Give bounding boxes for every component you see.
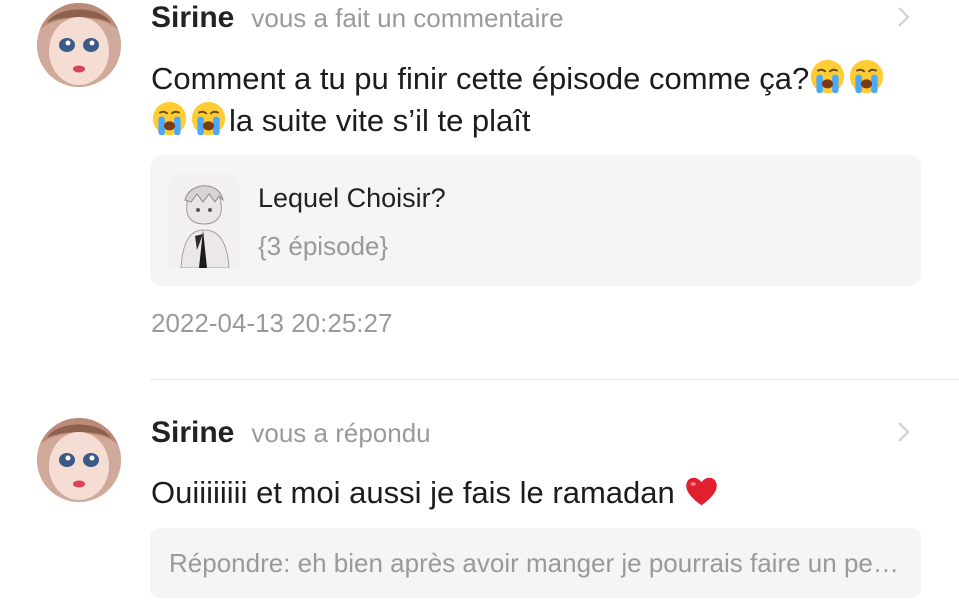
comment-text-line-1: Comment a tu pu finir cette épisode comm… (151, 61, 810, 96)
comment-line-1: Comment a tu pu finir cette épisode comm… (151, 58, 931, 100)
action-text: vous a fait un commentaire (251, 3, 564, 33)
action-text: vous a répondu (251, 418, 431, 448)
comment-text-line-2: la suite vite s’il te plaît (229, 103, 531, 138)
story-title: Lequel Choisir? (258, 183, 446, 213)
chevron-right-icon[interactable] (893, 420, 913, 444)
divider (150, 379, 959, 380)
notification-header: Sirine vous a répondu (151, 416, 431, 450)
story-card[interactable]: Lequel Choisir? {3 épisode} (150, 155, 921, 286)
loudly-crying-face-emoji (809, 58, 846, 95)
comment-text: Comment a tu pu finir cette épisode comm… (151, 58, 931, 142)
story-episode-count: {3 épisode} (258, 231, 389, 261)
notification-header: Sirine vous a fait un commentaire (151, 1, 564, 35)
reply-text-content: Ouiiiiiiii et moi aussi je fais le ramad… (151, 475, 675, 510)
username[interactable]: Sirine (151, 1, 234, 35)
loudly-crying-face-emoji (151, 100, 188, 137)
loudly-crying-face-emoji (848, 58, 885, 95)
red-heart-emoji (683, 472, 720, 509)
username[interactable]: Sirine (151, 416, 234, 450)
avatar[interactable] (37, 418, 121, 502)
reply-input[interactable]: Répondre: eh bien après avoir manger je … (150, 528, 921, 598)
avatar[interactable] (37, 3, 121, 87)
comment-line-2: la suite vite s’il te plaît (151, 100, 931, 142)
reply-text: Ouiiiiiiii et moi aussi je fais le ramad… (151, 472, 931, 514)
loudly-crying-face-emoji (190, 100, 227, 137)
timestamp: 2022-04-13 20:25:27 (151, 308, 393, 338)
chevron-right-icon[interactable] (893, 5, 913, 29)
story-cover-image (169, 174, 239, 268)
